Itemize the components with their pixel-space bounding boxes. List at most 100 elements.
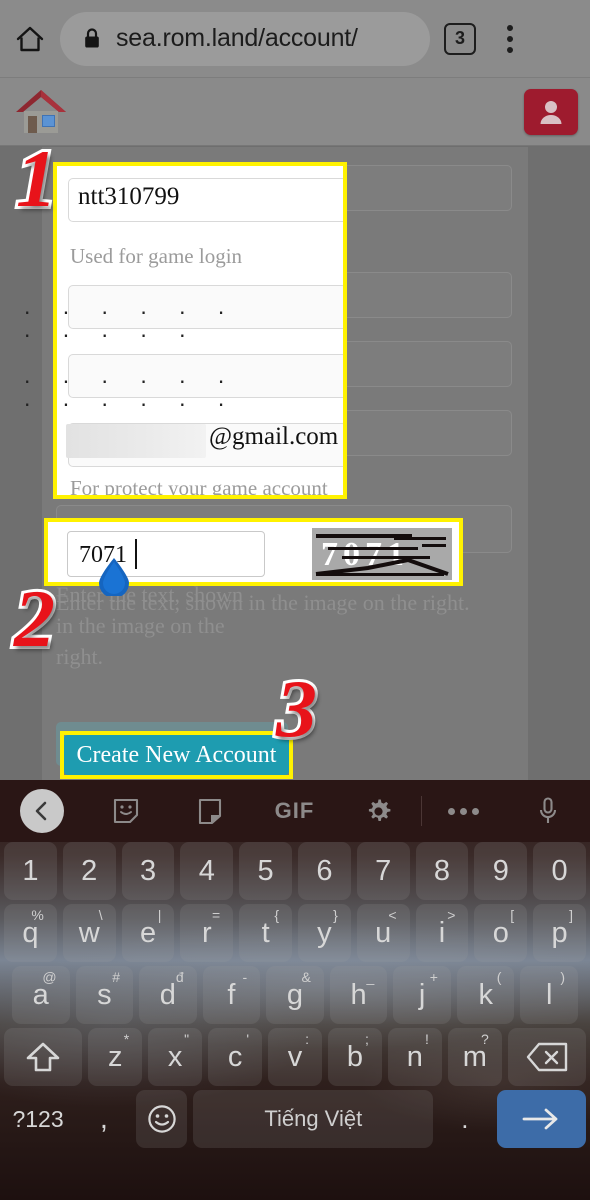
key-label: n	[406, 1040, 423, 1073]
home-icon	[15, 25, 45, 53]
space-key[interactable]: Tiếng Việt	[193, 1090, 434, 1148]
key-o[interactable]: o[	[474, 904, 528, 962]
key-9[interactable]: 9	[474, 842, 528, 900]
step-number-2: 2	[11, 573, 58, 664]
dot	[448, 807, 456, 815]
key-l[interactable]: l)	[520, 966, 579, 1024]
key-alt-label: }	[333, 907, 338, 923]
key-t[interactable]: t{	[239, 904, 292, 962]
key-e[interactable]: e |	[121, 904, 175, 962]
shift-up-arrow-icon	[26, 1042, 60, 1072]
key-label: 3	[139, 854, 157, 887]
key-alt-label: -	[242, 969, 248, 985]
create-new-account-button[interactable]: Create New Account	[64, 735, 289, 775]
key-label: 6	[316, 854, 333, 887]
shift-key[interactable]	[4, 1028, 83, 1086]
keyboard-more-button[interactable]	[422, 780, 506, 842]
key-2[interactable]: 2	[62, 842, 116, 900]
key-g[interactable]: g &	[266, 966, 324, 1024]
key-z[interactable]: z *	[88, 1028, 143, 1086]
key-label: 4	[198, 854, 215, 887]
key-m[interactable]: m?	[447, 1028, 502, 1086]
key-alt-label: @	[42, 969, 57, 985]
enter-key[interactable]	[496, 1090, 586, 1148]
password-masked-value: . . . . . . . . . . .	[24, 293, 238, 342]
key-s[interactable]: s #	[75, 966, 134, 1024]
key-alt-label: +	[429, 969, 438, 985]
key-j[interactable]: j +	[393, 966, 451, 1024]
key-label: p	[551, 916, 568, 949]
back-chevron-icon	[20, 789, 65, 833]
key-alt-label: \	[98, 907, 103, 923]
clipboard-icon	[199, 798, 222, 824]
key-v[interactable]: v:	[268, 1028, 322, 1086]
key-label: 8	[433, 854, 451, 887]
key-label: 7	[375, 854, 392, 887]
key-k[interactable]: k(	[456, 966, 515, 1024]
key-0[interactable]: 0	[533, 842, 586, 900]
browser-home-button[interactable]	[0, 25, 60, 53]
key-q[interactable]: q%	[4, 904, 57, 962]
key-label: i	[438, 916, 446, 949]
voice-input-button[interactable]	[506, 780, 590, 842]
key-5[interactable]: 5	[239, 842, 292, 900]
key-3[interactable]: 3	[121, 842, 175, 900]
key-f[interactable]: f-	[202, 966, 261, 1024]
key-label: f	[227, 978, 236, 1011]
key-1[interactable]: 1	[4, 842, 57, 900]
key-6[interactable]: 6	[298, 842, 351, 900]
key-alt-label: ]	[569, 907, 573, 923]
key-alt-label: [	[510, 907, 515, 923]
key-label: w	[78, 916, 100, 949]
key-label: z	[107, 1040, 123, 1073]
captcha-helper-text-l2: in the image on the	[56, 613, 225, 638]
key-h[interactable]: h _	[329, 966, 388, 1024]
key-c[interactable]: c '	[208, 1028, 263, 1086]
more-dots-icon	[448, 807, 480, 815]
key-label: k	[478, 978, 493, 1011]
key-n[interactable]: n!	[387, 1028, 442, 1086]
key-i[interactable]: i >	[415, 904, 469, 962]
keyboard-back-button[interactable]	[0, 780, 84, 842]
symbols-key[interactable]: ?123	[4, 1090, 72, 1148]
account-button[interactable]	[524, 88, 578, 135]
house-logo-icon[interactable]	[12, 86, 70, 138]
clipboard-button[interactable]	[168, 780, 252, 842]
key-alt-label: ;	[365, 1031, 369, 1047]
gif-button[interactable]: GIF	[252, 780, 336, 842]
highlight-box-submit: Create New Account	[60, 731, 293, 779]
key-d[interactable]: dđ	[139, 966, 197, 1024]
key-alt-label: &	[301, 969, 311, 985]
captcha-image[interactable]: 7071	[312, 528, 452, 580]
keyboard-settings-button[interactable]	[337, 780, 421, 842]
overflow-menu-icon[interactable]	[488, 17, 532, 61]
sticker-button[interactable]	[84, 780, 168, 842]
key-w[interactable]: w \	[62, 904, 116, 962]
key-b[interactable]: b;	[327, 1028, 382, 1086]
key-alt-label: ?	[480, 1031, 489, 1047]
key-r[interactable]: r =	[180, 904, 234, 962]
key-7[interactable]: 7	[356, 842, 410, 900]
backspace-key[interactable]	[507, 1028, 586, 1086]
key-label: 5	[257, 854, 274, 887]
emoji-key[interactable]	[135, 1090, 188, 1148]
comma-key[interactable]: ,	[78, 1090, 130, 1148]
text-selection-handle[interactable]	[97, 558, 131, 598]
keyboard-row-action: ?123, Tiếng Việt.	[0, 1090, 590, 1148]
key-4[interactable]: 4	[180, 842, 234, 900]
key-8[interactable]: 8	[415, 842, 469, 900]
key-a[interactable]: a @	[11, 966, 70, 1024]
key-alt-label: đ	[175, 969, 184, 985]
key-x[interactable]: x "	[148, 1028, 203, 1086]
key-y[interactable]: y}	[298, 904, 351, 962]
key-p[interactable]: p]	[533, 904, 586, 962]
create-new-account-label: Create New Account	[76, 741, 277, 768]
key-label: ,	[99, 1102, 108, 1135]
tab-counter-button[interactable]: 3	[444, 22, 476, 55]
email-domain-text: @gmail.com	[209, 423, 339, 450]
address-bar[interactable]: sea.rom.land/account/	[60, 11, 430, 66]
phone-screenshot: sea.rom.land/account/ 3 Enter the text, …	[0, 0, 590, 1200]
key-u[interactable]: u <	[356, 904, 410, 962]
key-alt-label: :	[305, 1031, 309, 1047]
period-key[interactable]: .	[439, 1090, 491, 1148]
